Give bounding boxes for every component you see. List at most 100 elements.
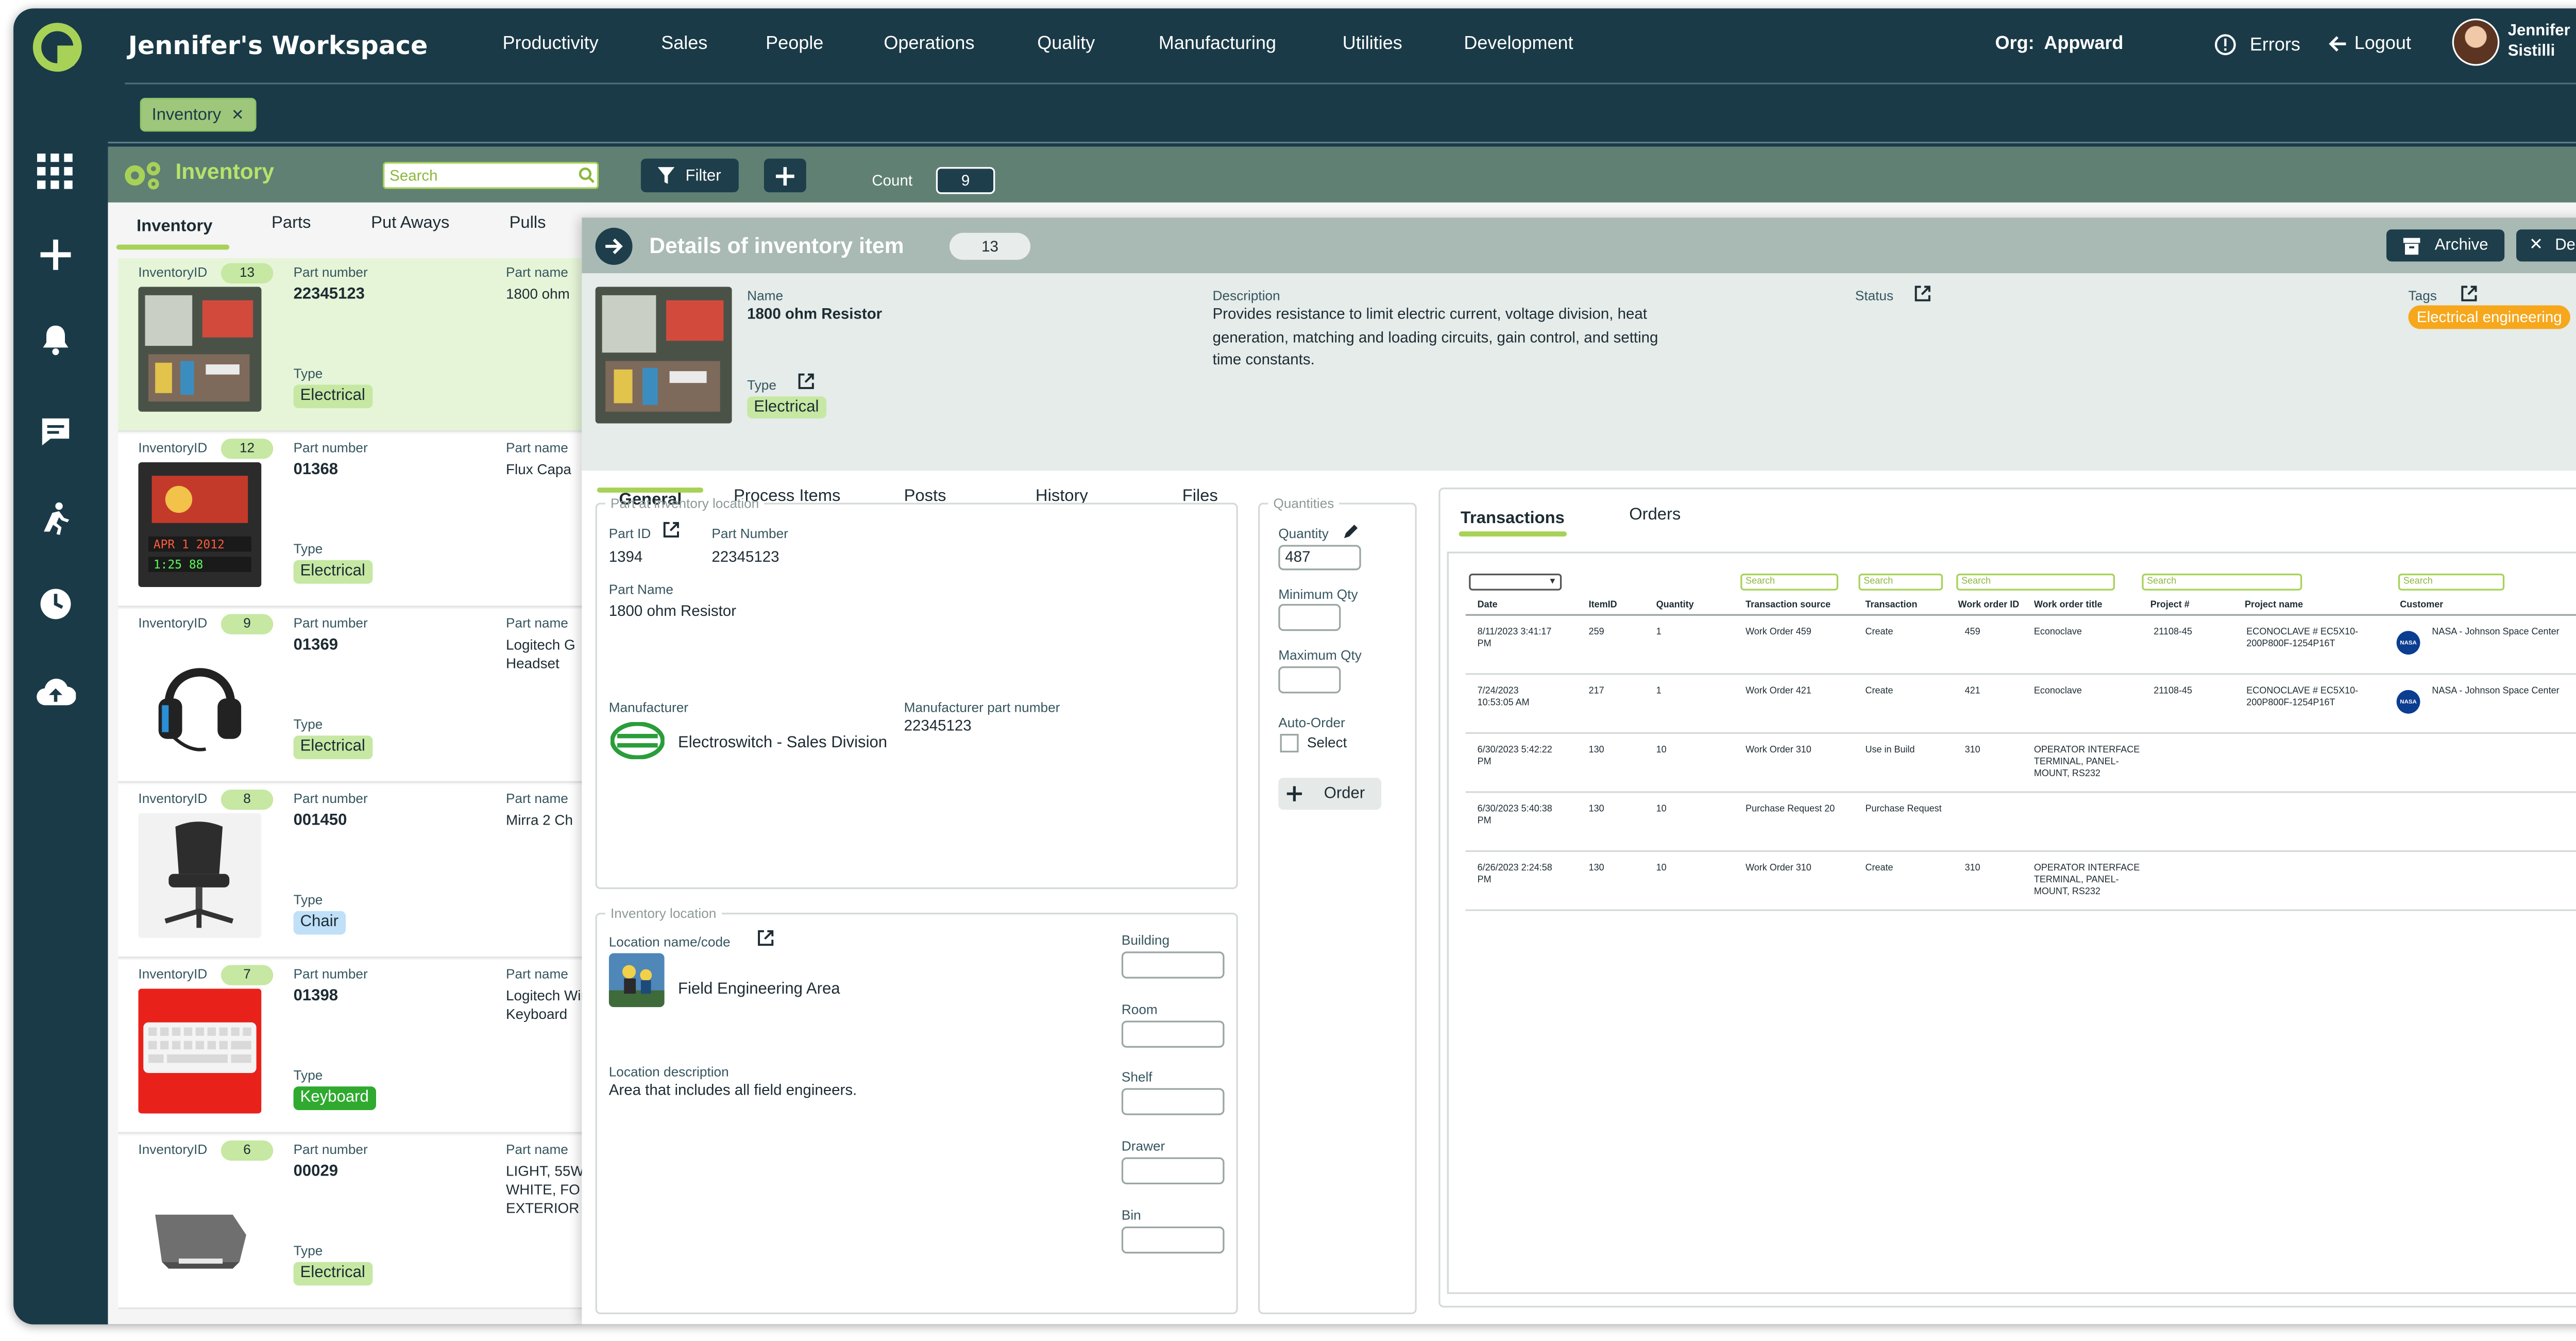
- nav-quality[interactable]: Quality: [1037, 33, 1095, 54]
- delete-button[interactable]: ✕ Delete: [2516, 229, 2576, 262]
- drawer-input[interactable]: [1121, 1157, 1225, 1184]
- col-work-order-title[interactable]: Work order title: [2034, 600, 2103, 611]
- col-customer[interactable]: Customer: [2400, 600, 2443, 611]
- nav-people[interactable]: People: [766, 33, 823, 54]
- user-name[interactable]: Jennifer Sistilli: [2508, 22, 2570, 63]
- running-person-icon[interactable]: [33, 496, 77, 540]
- external-link-icon[interactable]: [757, 930, 774, 947]
- user-last-name: Sistilli: [2507, 42, 2555, 61]
- open-tab-label: Inventory: [151, 105, 222, 124]
- archive-button[interactable]: Archive: [2386, 229, 2505, 262]
- tx-source-filter[interactable]: Search: [1740, 573, 1839, 591]
- min-qty-label: Minimum Qty: [1278, 587, 1358, 602]
- table-row[interactable]: 6/26/2023 2:24:58 PM 130 10 Work Order 3…: [1465, 852, 2576, 911]
- cell-date: 8/11/2023 3:41:17 PM: [1477, 627, 1552, 650]
- nav-operations[interactable]: Operations: [884, 33, 974, 54]
- table-row[interactable]: 6/30/2023 5:42:22 PM 130 10 Work Order 3…: [1465, 734, 2576, 793]
- clock-icon[interactable]: [33, 582, 77, 626]
- search-icon[interactable]: [579, 167, 596, 184]
- cell-work-order-title: Econoclave: [2033, 627, 2082, 638]
- col-quantity[interactable]: Quantity: [1656, 600, 1694, 611]
- collapse-details-button[interactable]: [595, 227, 633, 265]
- description-label: Description: [1212, 288, 1280, 304]
- inventory-card[interactable]: InventoryID 13 Part number 22345123 Part…: [118, 258, 624, 432]
- nav-development[interactable]: Development: [1464, 33, 1573, 54]
- add-button[interactable]: [764, 158, 806, 193]
- external-link-icon[interactable]: [1914, 285, 1931, 302]
- nav-productivity[interactable]: Productivity: [503, 33, 599, 54]
- table-row[interactable]: 7/24/2023 10:53:05 AM 217 1 Work Order 4…: [1465, 675, 2576, 734]
- auto-order-checkbox[interactable]: [1280, 733, 1299, 752]
- date-filter-select[interactable]: ▼: [1469, 573, 1562, 591]
- type-badge: Keyboard: [293, 1086, 376, 1110]
- cell-customer: NASA - Johnson Space Center: [2432, 686, 2560, 697]
- col-project-name[interactable]: Project name: [2245, 600, 2303, 611]
- subtab-put-aways[interactable]: Put Aways: [371, 214, 449, 233]
- nav-manufacturing[interactable]: Manufacturing: [1159, 33, 1276, 54]
- inventory-card[interactable]: InventoryID 12 Part number 01368 Part na…: [118, 433, 624, 608]
- quantity-input[interactable]: 487: [1278, 545, 1361, 571]
- pencil-icon[interactable]: [1343, 523, 1360, 540]
- part-number-label: Part number: [293, 615, 368, 631]
- inventory-search-input[interactable]: Search: [383, 162, 599, 189]
- subtab-pulls[interactable]: Pulls: [510, 214, 546, 233]
- logout-button[interactable]: Logout: [2327, 33, 2411, 54]
- col-transaction[interactable]: Transaction: [1865, 600, 1917, 611]
- col-date[interactable]: Date: [1478, 600, 1498, 611]
- count-label: Count: [872, 172, 913, 189]
- external-link-icon[interactable]: [798, 373, 815, 390]
- subtab-parts[interactable]: Parts: [272, 214, 311, 233]
- col-work-order-id[interactable]: Work order ID: [1958, 600, 2020, 611]
- open-tab-chip[interactable]: Inventory ✕: [140, 97, 256, 132]
- details-panel: Details of inventory item 13 Archive ✕ D…: [582, 217, 2576, 1325]
- chat-icon[interactable]: [33, 410, 77, 454]
- col-project-number[interactable]: Project #: [2150, 600, 2190, 611]
- tx-filter[interactable]: Search: [1858, 573, 1943, 591]
- errors-button[interactable]: Errors: [2214, 33, 2300, 56]
- wo-title-filter[interactable]: Search: [1956, 573, 2115, 591]
- user-avatar[interactable]: [2452, 19, 2500, 66]
- type-label: Type: [747, 378, 776, 393]
- cell-work-order-title: Econoclave: [2033, 686, 2082, 697]
- part-number: 22345123: [711, 548, 779, 565]
- cell-item-id: 130: [1588, 804, 1604, 815]
- arrow-left-icon: [2329, 36, 2346, 52]
- filter-button[interactable]: Filter: [640, 158, 739, 193]
- external-link-icon[interactable]: [663, 522, 680, 539]
- apps-grid-icon[interactable]: [33, 150, 77, 194]
- col-transaction-source[interactable]: Transaction source: [1745, 600, 1831, 611]
- min-qty-input[interactable]: [1278, 604, 1341, 631]
- item-photo-circuit: [138, 287, 262, 412]
- part-location-section: Part at inventory location: [595, 496, 1238, 890]
- order-button[interactable]: Order: [1278, 778, 1381, 810]
- table-row[interactable]: 8/11/2023 3:41:17 PM 259 1 Work Order 45…: [1465, 616, 2576, 675]
- mfr-part-number: 22345123: [904, 717, 972, 734]
- nav-sales[interactable]: Sales: [661, 33, 707, 54]
- room-input[interactable]: [1121, 1020, 1225, 1048]
- max-qty-input[interactable]: [1278, 666, 1341, 694]
- project-name-filter[interactable]: Search: [2142, 573, 2302, 591]
- bin-input[interactable]: [1121, 1226, 1225, 1254]
- customer-filter[interactable]: Search: [2398, 573, 2505, 591]
- tab-transactions[interactable]: Transactions: [1461, 510, 1565, 528]
- inventory-card[interactable]: InventoryID 9 Part number 01369 Part nam…: [118, 609, 624, 783]
- table-row[interactable]: 6/30/2023 5:40:38 PM 130 10 Purchase Req…: [1465, 793, 2576, 852]
- user-first-name: Jennifer: [2507, 22, 2570, 41]
- inventory-card[interactable]: InventoryID 8 Part number 001450 Part na…: [118, 784, 624, 959]
- close-icon[interactable]: ✕: [231, 106, 244, 124]
- inventory-card[interactable]: InventoryID 6 Part number 00029 Part nam…: [118, 1135, 624, 1310]
- col-item-id[interactable]: ItemID: [1589, 600, 1617, 611]
- cloud-upload-icon[interactable]: [33, 672, 77, 715]
- building-input[interactable]: [1121, 951, 1225, 979]
- inventory-card[interactable]: InventoryID 7 Part number 01398 Part nam…: [118, 960, 624, 1134]
- shelf-input[interactable]: [1121, 1088, 1225, 1115]
- plus-icon[interactable]: [33, 233, 77, 277]
- appward-logo-icon[interactable]: [32, 22, 82, 73]
- nav-utilities[interactable]: Utilities: [1343, 33, 1402, 54]
- bell-icon[interactable]: [33, 317, 77, 361]
- tag-badge[interactable]: Electrical engineering: [2408, 305, 2571, 329]
- external-link-icon[interactable]: [2461, 285, 2478, 302]
- tab-orders[interactable]: Orders: [1629, 506, 1681, 525]
- subtab-inventory[interactable]: Inventory: [137, 217, 212, 236]
- type-badge: Electrical: [293, 384, 372, 409]
